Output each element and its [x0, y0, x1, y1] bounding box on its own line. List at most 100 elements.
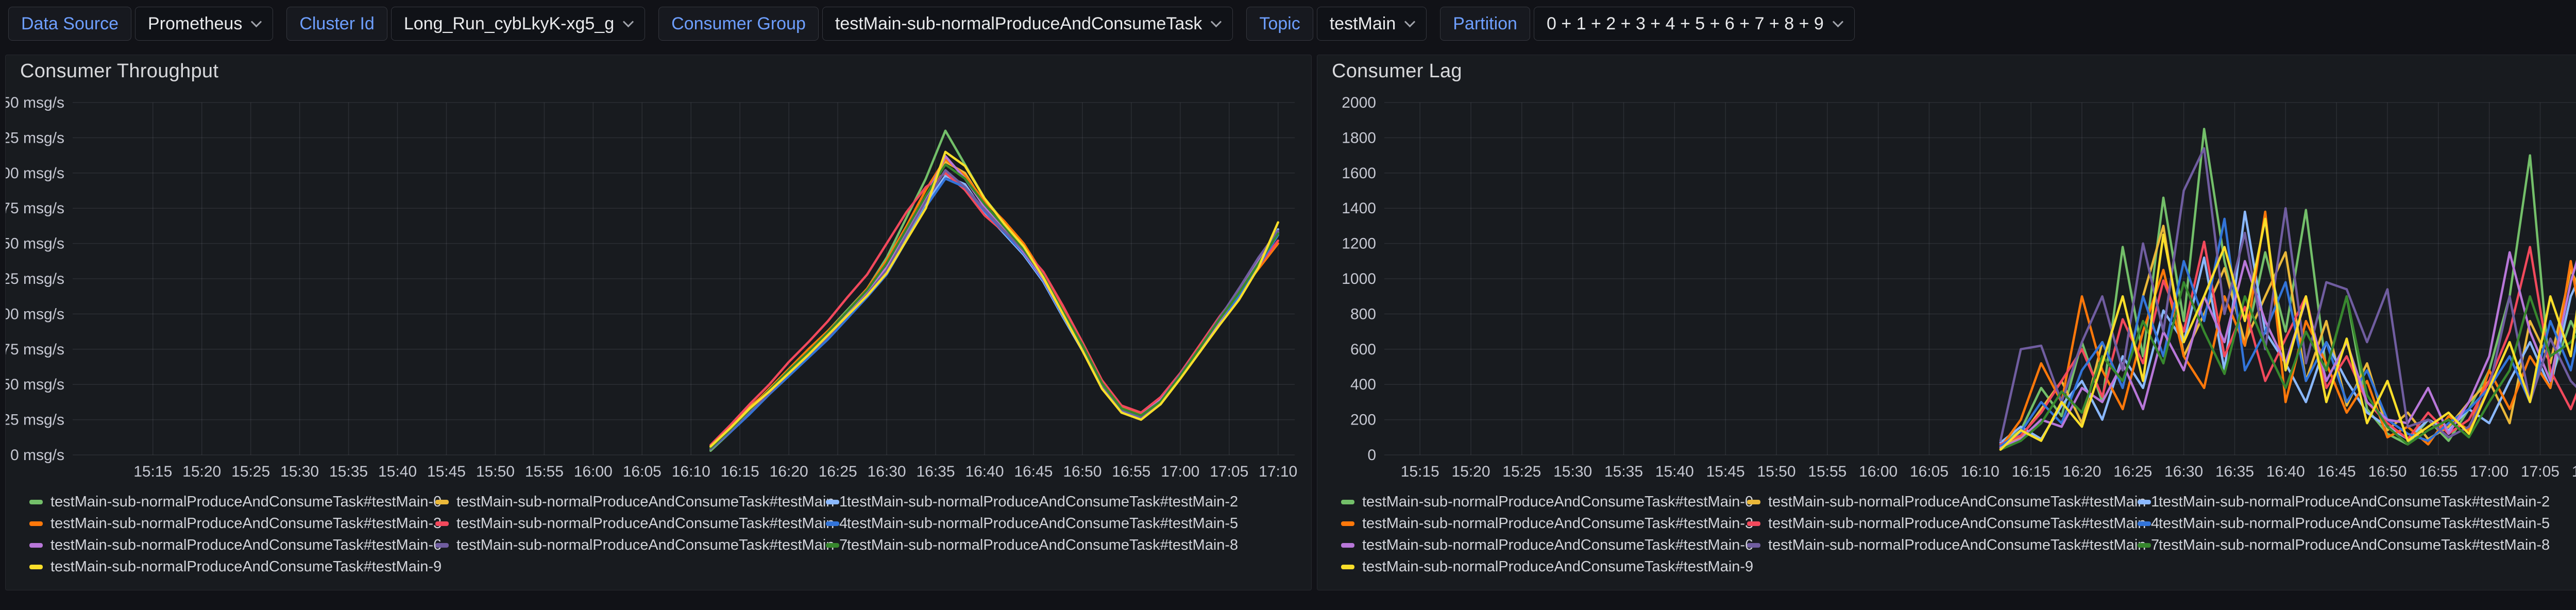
series-line-8 [710, 164, 1278, 448]
legend-item[interactable]: testMain-sub-normalProduceAndConsumeTask… [29, 556, 435, 578]
legend-series-label: testMain-sub-normalProduceAndConsumeTask… [456, 515, 848, 532]
chevron-down-icon [1833, 16, 1843, 27]
y-axis-tick-label: 1200 [1342, 235, 1376, 252]
series-line-1 [710, 162, 1278, 447]
x-axis-tick-label: 16:50 [1063, 463, 1101, 480]
legend-item[interactable]: testMain-sub-normalProduceAndConsumeTask… [435, 513, 826, 534]
legend-item[interactable]: testMain-sub-normalProduceAndConsumeTask… [1747, 513, 2138, 534]
x-axis-tick-label: 15:35 [329, 463, 368, 480]
legend-series-label: testMain-sub-normalProduceAndConsumeTask… [50, 537, 442, 554]
variable-value-data-source[interactable]: Prometheus [135, 7, 273, 41]
x-axis-tick-label: 15:20 [1451, 463, 1490, 480]
legend-item[interactable]: testMain-sub-normalProduceAndConsumeTask… [826, 513, 1304, 534]
legend-series-label: testMain-sub-normalProduceAndConsumeTask… [1362, 515, 1753, 532]
x-axis-tick-label: 15:15 [133, 463, 172, 480]
x-axis-tick-label: 15:40 [378, 463, 417, 480]
legend-series-label: testMain-sub-normalProduceAndConsumeTask… [50, 494, 442, 511]
legend-item[interactable]: testMain-sub-normalProduceAndConsumeTask… [435, 534, 826, 556]
legend-item[interactable]: testMain-sub-normalProduceAndConsumeTask… [826, 534, 1304, 556]
legend-item[interactable]: testMain-sub-normalProduceAndConsumeTask… [29, 513, 435, 534]
legend-series-label: testMain-sub-normalProduceAndConsumeTask… [847, 494, 1238, 511]
y-axis-tick-label: 600 [1350, 341, 1376, 358]
y-axis-tick-label: 250 msg/s [6, 94, 64, 111]
variable-topic: Topic testMain [1246, 7, 1427, 41]
legend-item[interactable]: testMain-sub-normalProduceAndConsumeTask… [1747, 534, 2138, 556]
legend-series-swatch [435, 500, 449, 504]
series-line-6 [710, 156, 1278, 448]
variable-selected-value: 0 + 1 + 2 + 3 + 4 + 5 + 6 + 7 + 8 + 9 [1547, 14, 1824, 34]
dashboard-variables-toolbar: Data Source Prometheus Cluster Id Long_R… [8, 7, 1855, 41]
legend-item[interactable]: testMain-sub-normalProduceAndConsumeTask… [2138, 513, 2576, 534]
legend-item[interactable]: testMain-sub-normalProduceAndConsumeTask… [1341, 556, 1747, 578]
x-axis-tick-label: 16:10 [1961, 463, 1999, 480]
chevron-down-icon [1404, 16, 1415, 27]
legend-item[interactable]: testMain-sub-normalProduceAndConsumeTask… [1747, 491, 2138, 513]
y-axis-tick-label: 200 [1350, 412, 1376, 429]
legend-series-swatch [2138, 500, 2151, 504]
panel-title-consumer-throughput[interactable]: Consumer Throughput [20, 60, 218, 82]
x-axis-tick-label: 17:05 [2521, 463, 2560, 480]
legend-series-swatch [2138, 521, 2151, 526]
y-axis-tick-label: 2000 [1342, 94, 1376, 111]
legend-item[interactable]: testMain-sub-normalProduceAndConsumeTask… [29, 534, 435, 556]
variable-consumer-group: Consumer Group testMain-sub-normalProduc… [658, 7, 1233, 41]
legend-series-swatch [1747, 543, 1760, 548]
variable-label-consumer-group: Consumer Group [658, 7, 819, 41]
variable-selected-value: testMain [1330, 14, 1396, 34]
x-axis-tick-label: 15:30 [1553, 463, 1592, 480]
x-axis-tick-label: 16:10 [672, 463, 710, 480]
x-axis-tick-label: 16:25 [2113, 463, 2152, 480]
y-axis-tick-label: 1000 [1342, 270, 1376, 287]
x-axis-tick-label: 15:50 [476, 463, 515, 480]
y-axis-tick-label: 125 msg/s [6, 270, 64, 287]
legend-series-swatch [1341, 521, 1354, 526]
legend-item[interactable]: testMain-sub-normalProduceAndConsumeTask… [1341, 534, 1747, 556]
legend-series-label: testMain-sub-normalProduceAndConsumeTask… [1768, 537, 2159, 554]
variable-value-topic[interactable]: testMain [1317, 7, 1427, 41]
variable-value-partition[interactable]: 0 + 1 + 2 + 3 + 4 + 5 + 6 + 7 + 8 + 9 [1534, 7, 1855, 41]
throughput-legend: testMain-sub-normalProduceAndConsumeTask… [29, 491, 1304, 578]
variable-data-source: Data Source Prometheus [8, 7, 273, 41]
x-axis-tick-label: 15:55 [1808, 463, 1846, 480]
variable-selected-value: Prometheus [148, 14, 242, 34]
x-axis-tick-label: 16:35 [916, 463, 955, 480]
y-axis-tick-label: 400 [1350, 376, 1376, 393]
x-axis-tick-label: 15:40 [1655, 463, 1694, 480]
y-axis-tick-label: 150 msg/s [6, 235, 64, 252]
legend-item[interactable]: testMain-sub-normalProduceAndConsumeTask… [1341, 513, 1747, 534]
legend-series-swatch [29, 521, 43, 526]
chevron-down-icon [251, 16, 262, 27]
x-axis-tick-label: 16:15 [2012, 463, 2050, 480]
legend-series-swatch [826, 543, 839, 548]
x-axis-tick-label: 15:25 [1502, 463, 1541, 480]
legend-series-label: testMain-sub-normalProduceAndConsumeTask… [1768, 515, 2159, 532]
legend-series-label: testMain-sub-normalProduceAndConsumeTask… [847, 537, 1238, 554]
legend-series-label: testMain-sub-normalProduceAndConsumeTask… [1768, 494, 2159, 511]
legend-series-label: testMain-sub-normalProduceAndConsumeTask… [1362, 558, 1753, 575]
chevron-down-icon [623, 16, 634, 27]
legend-series-swatch [29, 500, 43, 504]
y-axis-tick-label: 1400 [1342, 200, 1376, 217]
legend-item[interactable]: testMain-sub-normalProduceAndConsumeTask… [826, 491, 1304, 513]
x-axis-tick-label: 17:00 [2470, 463, 2509, 480]
panel-title-consumer-lag[interactable]: Consumer Lag [1332, 60, 1462, 82]
x-axis-tick-label: 16:55 [2419, 463, 2458, 480]
legend-item[interactable]: testMain-sub-normalProduceAndConsumeTask… [1341, 491, 1747, 513]
legend-series-label: testMain-sub-normalProduceAndConsumeTask… [2159, 515, 2550, 532]
x-axis-tick-label: 16:30 [2164, 463, 2203, 480]
variable-label-cluster-id: Cluster Id [286, 7, 387, 41]
legend-item[interactable]: testMain-sub-normalProduceAndConsumeTask… [2138, 491, 2576, 513]
legend-item[interactable]: testMain-sub-normalProduceAndConsumeTask… [29, 491, 435, 513]
variable-value-consumer-group[interactable]: testMain-sub-normalProduceAndConsumeTask [822, 7, 1233, 41]
x-axis-tick-label: 16:15 [721, 463, 759, 480]
legend-item[interactable]: testMain-sub-normalProduceAndConsumeTask… [435, 491, 826, 513]
variable-value-cluster-id[interactable]: Long_Run_cybLkyK-xg5_g [391, 7, 645, 41]
x-axis-tick-label: 16:05 [623, 463, 662, 480]
x-axis-tick-label: 15:15 [1401, 463, 1439, 480]
x-axis-tick-label: 16:50 [2368, 463, 2406, 480]
x-axis-tick-label: 16:20 [770, 463, 808, 480]
legend-item[interactable]: testMain-sub-normalProduceAndConsumeTask… [2138, 534, 2576, 556]
variable-label-partition: Partition [1440, 7, 1530, 41]
chevron-down-icon [1211, 16, 1222, 27]
series-line-3 [710, 159, 1278, 448]
